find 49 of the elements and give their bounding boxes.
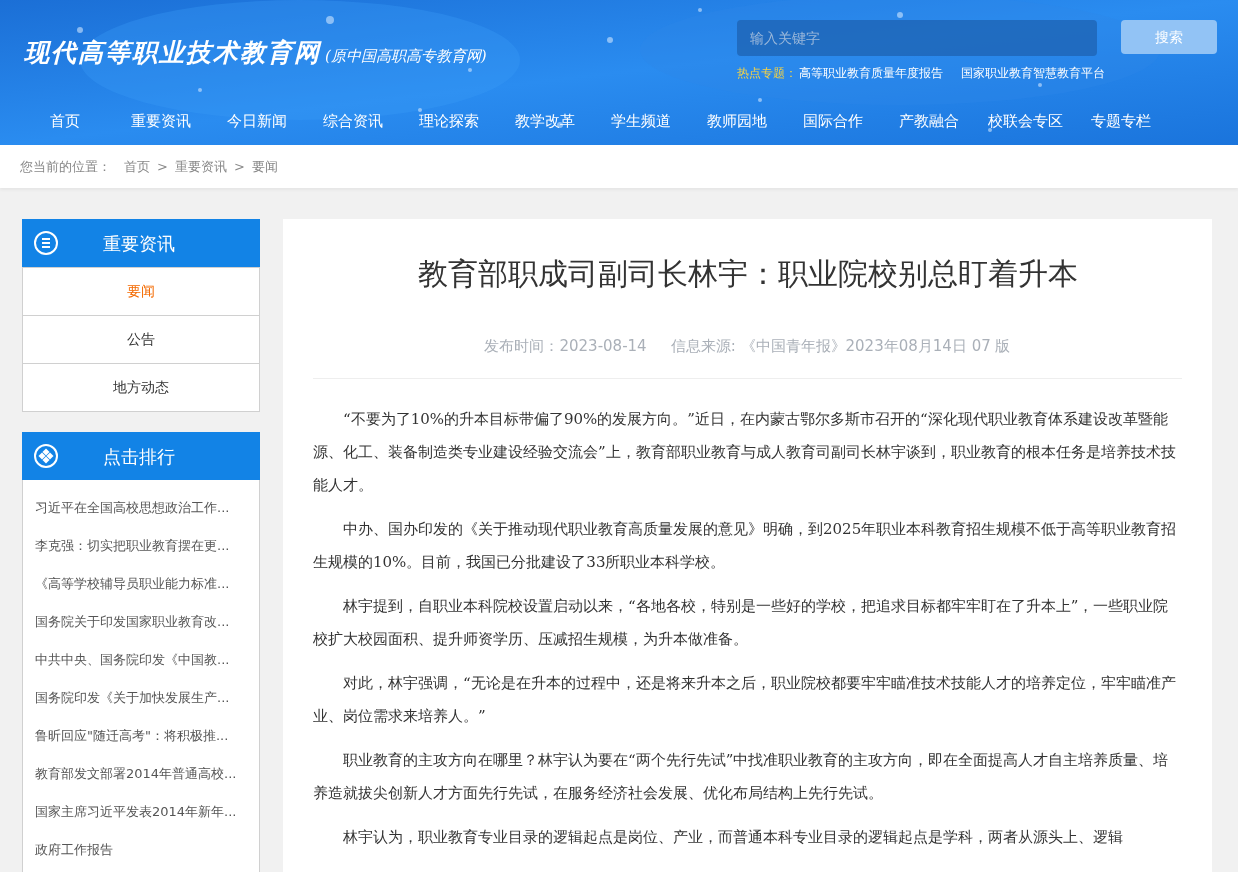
- nav-link[interactable]: 专题专栏: [1073, 110, 1169, 133]
- site-logo-title: 现代高等职业技术教育网: [24, 37, 321, 69]
- nav-link[interactable]: 教师园地: [689, 110, 785, 133]
- ranking-link[interactable]: 《高等学校辅导员职业能力标准...: [35, 565, 259, 603]
- article-paragraph: 中办、国办印发的《关于推动现代职业教育高质量发展的意见》明确，到2025年职业本科教育招生规模不低于高等职业教育招生规模的10%。目前，我国已分批建设了33所职业本科学校。: [313, 518, 1178, 573]
- category-item[interactable]: 要闻: [23, 267, 259, 315]
- article-paragraph: 林宇提到，自职业本科院校设置启动以来，“各地各校，特别是一些好的学校，把追求目标都牢牢盯在了升本上”，一些职业院校扩大校园面积、提升师资学历、压减招生规模，为升本做准备。: [313, 595, 1170, 650]
- ranking-link[interactable]: 国务院关于印发国家职业教育改...: [35, 603, 259, 641]
- nav-link[interactable]: 综合资讯: [305, 110, 401, 133]
- hot-topic-link[interactable]: 国家职业教育智慧教育平台: [961, 64, 1105, 82]
- nav-link[interactable]: 今日新闻: [209, 110, 305, 133]
- article-paragraph: “不要为了10%的升本目标带偏了90%的发展方向。”近日，在内蒙古鄂尔多斯市召开的“深化现代职业教育体系建设改革暨能源、化工、装备制造类专业建设经验交流会”上，教育部职业教育与成人教育司副司长林宇谈到，职业教育的根本任务是培养技术技能人才。: [313, 408, 1177, 496]
- nav-link[interactable]: 学生频道: [593, 110, 689, 133]
- ranking-link[interactable]: 国家主席习近平发表2014年新年...: [35, 793, 259, 831]
- ranking-link[interactable]: 鲁昕回应"随迁高考"：将积极推...: [35, 717, 259, 755]
- nav-link[interactable]: 产教融合: [881, 110, 977, 133]
- article-source: 信息来源: 《中国青年报》2023年08月14日 07 版: [670, 336, 1011, 357]
- article-paragraph: 林宇认为，职业教育专业目录的逻辑起点是岗位、产业，而普通本科专业目录的逻辑起点是学科，两者从源头上、逻辑: [342, 826, 1124, 848]
- search-field[interactable]: 输入关键字: [737, 20, 1097, 56]
- ranking-link[interactable]: 国务院印发《关于加快发展生产...: [35, 679, 259, 717]
- article-paragraph: 对此，林宇强调，“无论是在升本的过程中，还是将来升本之后，职业院校都要牢牢瞄准技术技能人才的培养定位，牢牢瞄准产业、岗位需求来培养人。”: [313, 672, 1177, 727]
- panel-title: 点击排行: [103, 444, 175, 469]
- breadcrumb-link[interactable]: 要闻: [251, 156, 278, 177]
- breadcrumb-label: 您当前的位置：: [20, 157, 111, 176]
- nav-link[interactable]: 重要资讯: [113, 110, 209, 133]
- ranking-link[interactable]: 李克强：切实把职业教育摆在更...: [35, 527, 259, 565]
- category-item[interactable]: 地方动态: [23, 363, 259, 411]
- article-paragraph: 职业教育的主攻方向在哪里？林宇认为要在“两个先行先试”中找准职业教育的主攻方向，即在全面提高人才自主培养质量、培养造就拔尖创新人才方面先行先试，在服务经济社会发展、优化布局结构上先行先试。: [313, 749, 1170, 804]
- article-title: 教育部职成司副司长林宇：职业院校别总盯着升本: [416, 255, 1079, 293]
- category-item[interactable]: 公告: [23, 315, 259, 363]
- nav-link[interactable]: 国际合作: [785, 110, 881, 133]
- ranking-link[interactable]: 习近平在全国高校思想政治工作...: [35, 489, 259, 527]
- hot-topics-label: 热点专题：: [737, 65, 797, 82]
- list-icon: [33, 230, 59, 256]
- hot-topic-link[interactable]: 高等职业教育质量年度报告: [799, 64, 943, 82]
- nav-link[interactable]: 首页: [17, 110, 113, 133]
- site-logo-subtitle: (原中国高职高专教育网): [325, 46, 487, 67]
- ranking-link[interactable]: 中共中央、国务院印发《中国教...: [35, 641, 259, 679]
- ranking-link[interactable]: 教育部发文部署2014年普通高校...: [35, 755, 259, 793]
- panel-title: 重要资讯: [103, 231, 175, 256]
- ranking-link[interactable]: 政府工作报告: [35, 831, 259, 869]
- breadcrumb-link[interactable]: 重要资讯: [174, 156, 227, 177]
- publish-date: 发布时间：2023-08-14: [484, 336, 647, 357]
- breadcrumb-link[interactable]: 首页: [124, 156, 150, 177]
- breadcrumb-separator: >: [233, 157, 245, 176]
- nav-link[interactable]: 理论探索: [401, 110, 497, 133]
- nav-link[interactable]: 教学改革: [497, 110, 593, 133]
- breadcrumb-separator: >: [157, 157, 168, 176]
- nav-link[interactable]: 校联会专区: [977, 110, 1073, 133]
